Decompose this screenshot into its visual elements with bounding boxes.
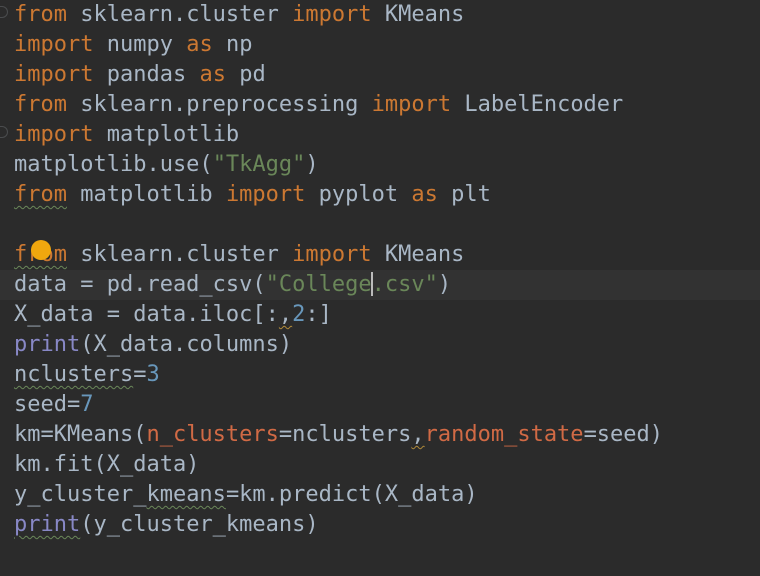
code-token: from: [14, 92, 67, 117]
code-token: print: [14, 512, 81, 537]
code-token: ,: [278, 302, 293, 327]
code-line[interactable]: import pandas as pd: [14, 60, 760, 90]
code-token: data = pd.read_csv(: [14, 272, 266, 297]
code-token: plt: [437, 182, 491, 207]
code-editor[interactable]: from sklearn.cluster import KMeans import…: [0, 0, 760, 576]
code-token: ,: [411, 422, 425, 447]
code-line[interactable]: y_cluster_kmeans=km.predict(X_data): [14, 480, 760, 510]
code-token: np: [212, 32, 253, 57]
code-token: 3: [146, 362, 160, 387]
code-token: kmeans: [146, 482, 226, 507]
code-token: y_cluster_: [14, 482, 147, 507]
code-line[interactable]: import numpy as np: [14, 30, 760, 60]
fold-marker-icon[interactable]: [0, 6, 8, 18]
code-token: =km.predict(X_data): [225, 482, 478, 507]
fold-marker-icon[interactable]: [0, 126, 8, 138]
code-token: import: [14, 62, 94, 87]
code-line[interactable]: data = pd.read_csv("College.csv"): [0, 270, 760, 300]
code-token: 7: [80, 392, 94, 417]
code-token: =seed): [583, 422, 664, 447]
code-token: km=KMeans(: [14, 422, 147, 447]
code-token: ): [437, 272, 452, 297]
code-token: 2: [292, 302, 306, 327]
code-line[interactable]: import matplotlib: [14, 120, 760, 150]
code-token: print: [14, 332, 81, 357]
code-token: seed=: [14, 392, 81, 417]
code-token: matplotlib: [66, 182, 226, 207]
code-token: as: [411, 182, 438, 207]
code-token: :]: [305, 302, 332, 327]
code-line[interactable]: print(y_cluster_kmeans): [14, 510, 760, 540]
code-token: KMeans: [371, 2, 465, 27]
code-token: import: [292, 242, 372, 267]
code-token: X_data = data.iloc[:: [14, 302, 279, 327]
code-token: "College: [265, 272, 372, 297]
code-token: random_state: [424, 422, 584, 447]
code-token: import: [14, 32, 94, 57]
code-token: pd: [225, 62, 266, 87]
code-token: sklearn.preprocessing: [66, 92, 372, 117]
code-token: import: [14, 122, 94, 147]
code-token: =: [133, 362, 147, 387]
code-line[interactable]: from sklearn.preprocessing import LabelE…: [14, 90, 760, 120]
code-token: ): [305, 152, 319, 177]
code-token: matplotlib.use(: [14, 152, 213, 177]
code-area[interactable]: from sklearn.cluster import KMeans import…: [0, 0, 760, 540]
code-token: pyplot: [305, 182, 412, 207]
code-line[interactable]: km=KMeans(n_clusters=nclusters,random_st…: [14, 420, 760, 450]
code-line[interactable]: km.fit(X_data): [14, 450, 760, 480]
code-token: KMeans: [371, 242, 465, 267]
code-token: import: [292, 2, 372, 27]
code-token: as: [199, 62, 226, 87]
code-token: sklearn.cluster: [66, 242, 293, 267]
code-token: as: [186, 32, 213, 57]
code-token: "TkAgg": [212, 152, 306, 177]
code-token: import: [225, 182, 306, 207]
code-token: import: [371, 92, 452, 117]
code-token: n_clusters: [146, 422, 279, 447]
code-token: .csv": [371, 272, 438, 297]
code-token: =nclusters: [278, 422, 412, 447]
code-token: numpy: [93, 32, 187, 57]
code-token: km.fit(X_data): [14, 452, 200, 477]
code-line[interactable]: nclusters=3: [14, 360, 760, 390]
code-token: from: [14, 182, 67, 207]
code-token: nclusters: [14, 362, 134, 387]
code-line[interactable]: from sklearn.cluster import KMeans: [14, 0, 760, 30]
code-token: matplotlib: [93, 122, 240, 147]
code-line[interactable]: X_data = data.iloc[:,2:]: [14, 300, 760, 330]
code-token: (X_data.columns): [80, 332, 293, 357]
code-line[interactable]: [14, 210, 760, 240]
code-line[interactable]: print(X_data.columns): [14, 330, 760, 360]
code-token: sklearn.cluster: [66, 2, 293, 27]
code-token: (y_cluster_kmeans): [80, 512, 319, 537]
code-line[interactable]: from matplotlib import pyplot as plt: [14, 180, 760, 210]
code-token: pandas: [93, 62, 200, 87]
code-line[interactable]: from sklearn.cluster import KMeans: [14, 240, 760, 270]
lightbulb-icon[interactable]: [31, 240, 51, 260]
code-line[interactable]: matplotlib.use("TkAgg"): [14, 150, 760, 180]
code-token: from: [14, 2, 67, 27]
code-line[interactable]: seed=7: [14, 390, 760, 420]
code-token: LabelEncoder: [451, 92, 624, 117]
